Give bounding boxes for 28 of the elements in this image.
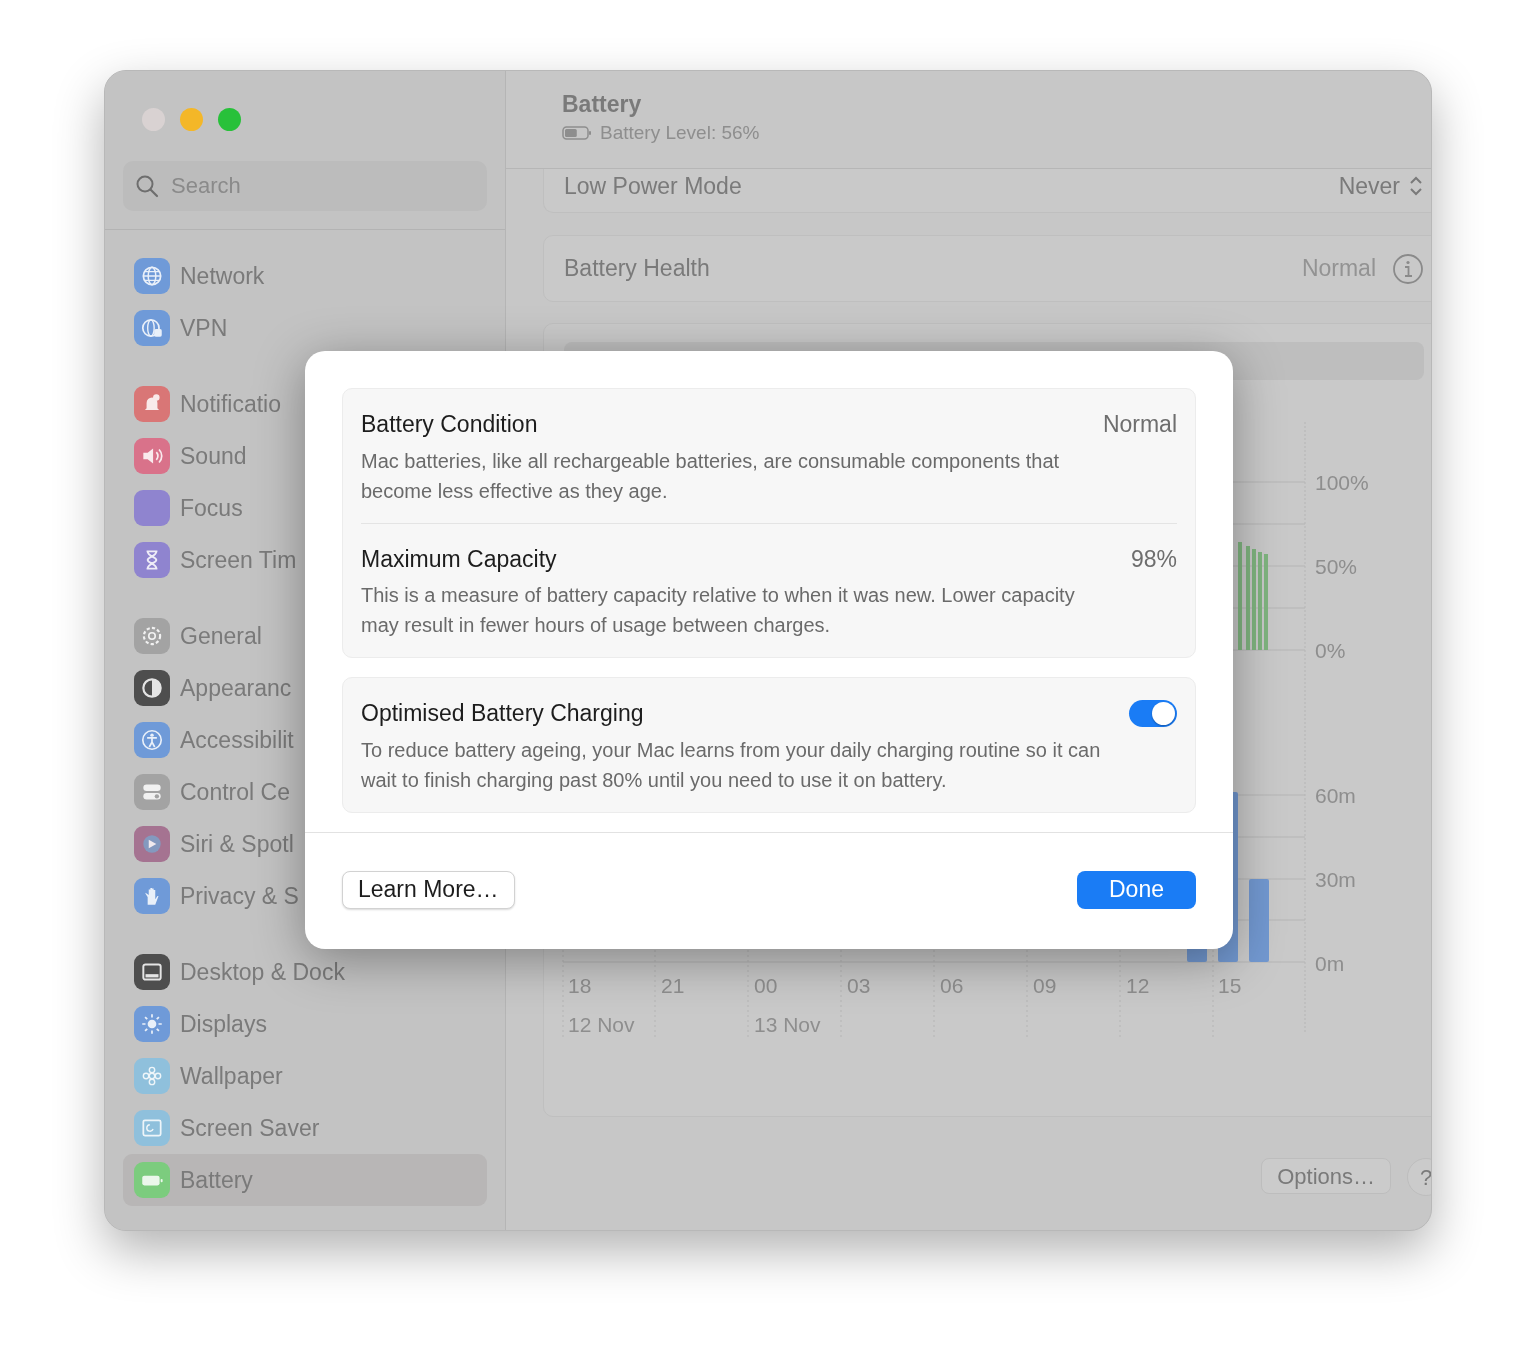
axis-label: 21 [661, 974, 685, 997]
axis-label: 09 [1033, 974, 1057, 997]
battery-level-text: Battery Level: 56% [600, 120, 760, 145]
row-title: Maximum Capacity [361, 544, 557, 574]
axis-label: 30m [1315, 868, 1356, 891]
axis-label: 0m [1315, 952, 1345, 975]
page-title: Battery [562, 91, 643, 119]
axis-label: 06 [940, 974, 964, 997]
row-value: Normal [1102, 410, 1177, 439]
setting-label: Low Power Mode [564, 172, 742, 201]
row-description: Mac batteries, like all rechargeable batteries, are consumable components that become less effective as they age. [361, 448, 1061, 504]
date-label: 12 Nov [568, 1013, 635, 1036]
row-description: This is a measure of battery capacity relative to when it was new. Lower capacity may result in fewer hours of usage between charges. [361, 583, 1076, 638]
axis-label: 18 [568, 974, 592, 997]
axis-label: 03 [847, 974, 871, 997]
row-value: 98% [1130, 544, 1177, 574]
axis-label: 15 [1218, 974, 1242, 997]
axis-label: 12 [1126, 974, 1150, 997]
date-label: 13 Nov [754, 1013, 821, 1036]
axis-label: 0% [1315, 639, 1346, 662]
row-title: Battery Condition [361, 410, 538, 439]
row-description: To reduce battery ageing, your Mac learns from your daily charging routine so it can wait to finish charging past 80% until you need to use it on battery. [361, 737, 1102, 793]
axis-label: 60m [1315, 784, 1356, 807]
setting-label: Battery Health [564, 254, 710, 284]
axis-label: 50% [1315, 555, 1358, 578]
axis-label: 00 [754, 974, 778, 997]
row-title: Optimised Battery Charging [361, 699, 644, 728]
axis-label: 100% [1315, 471, 1369, 494]
